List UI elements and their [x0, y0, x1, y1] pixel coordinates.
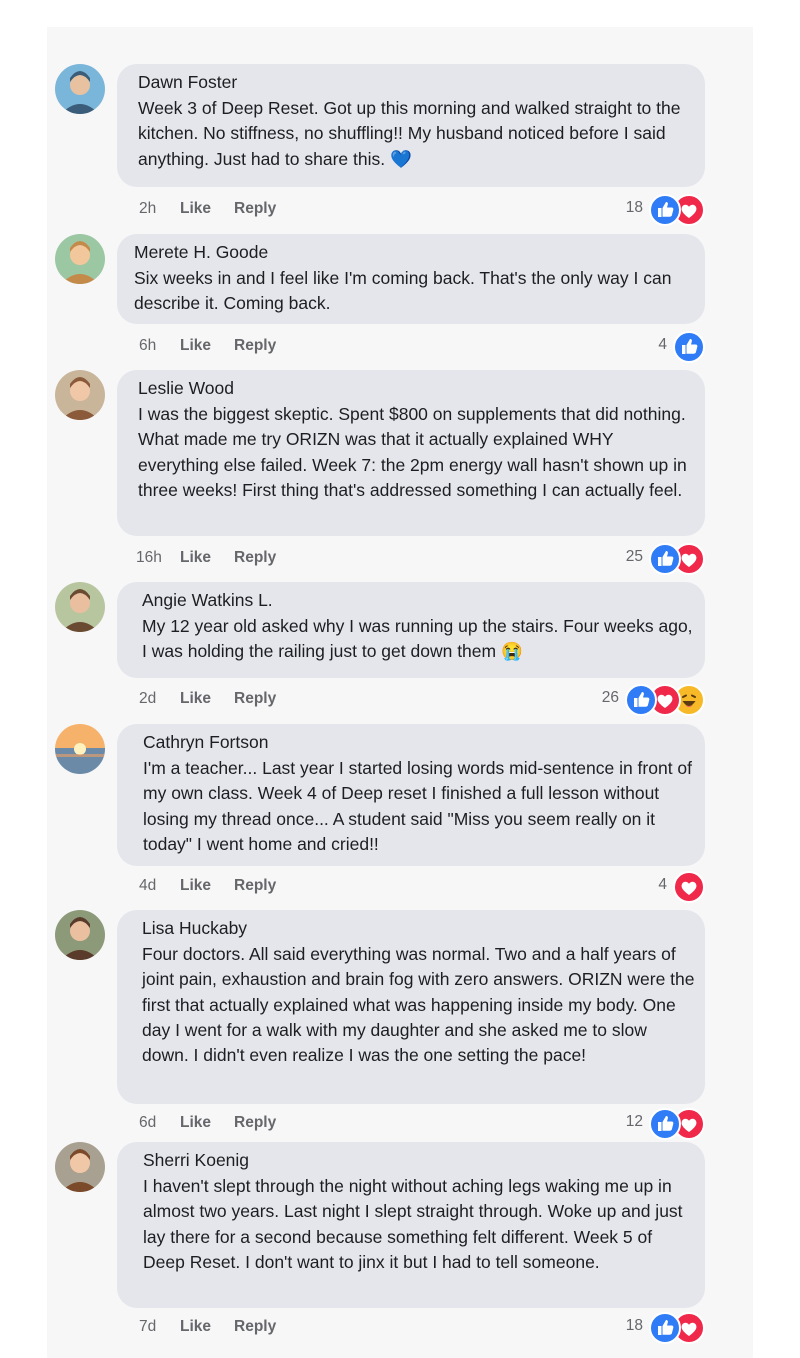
comment-text: Six weeks in and I feel like I'm coming …: [134, 268, 672, 314]
like-icon: [649, 543, 681, 575]
comment-bubble: Merete H. Goode Six weeks in and I feel …: [117, 234, 705, 324]
reaction-summary[interactable]: 26: [589, 684, 705, 716]
love-icon: [673, 871, 705, 903]
comment-text: I was the biggest skeptic. Spent $800 on…: [138, 404, 687, 500]
comment-author[interactable]: Cathryn Fortson: [143, 731, 697, 753]
comment-author[interactable]: Leslie Wood: [138, 377, 697, 399]
reply-button[interactable]: Reply: [234, 337, 276, 355]
reaction-summary[interactable]: 4: [637, 331, 705, 363]
like-button[interactable]: Like: [180, 690, 211, 708]
like-button[interactable]: Like: [180, 337, 211, 355]
comment-bubble: Sherri Koenig I haven't slept through th…: [117, 1142, 705, 1308]
like-button[interactable]: Like: [180, 200, 211, 218]
like-button[interactable]: Like: [180, 549, 211, 567]
reaction-count: 4: [658, 876, 667, 893]
reply-button[interactable]: Reply: [234, 200, 276, 218]
like-icon: [649, 194, 681, 226]
reaction-summary[interactable]: 18: [613, 1312, 705, 1344]
avatar[interactable]: [55, 910, 105, 960]
reaction-summary[interactable]: 25: [613, 543, 705, 575]
like-button[interactable]: Like: [180, 1318, 211, 1336]
comment-bubble: Lisa Huckaby Four doctors. All said ever…: [117, 910, 705, 1104]
comment-bubble: Angie Watkins L. My 12 year old asked wh…: [117, 582, 705, 678]
comment-author[interactable]: Lisa Huckaby: [142, 917, 697, 939]
reaction-count: 26: [601, 689, 619, 706]
reaction-summary[interactable]: 12: [613, 1108, 705, 1140]
reaction-count: 18: [625, 1317, 643, 1334]
comments-panel: Dawn Foster Week 3 of Deep Reset. Got up…: [47, 27, 753, 1358]
reaction-summary[interactable]: 4: [637, 871, 705, 903]
comment-bubble: Leslie Wood I was the biggest skeptic. S…: [117, 370, 705, 536]
comment-author[interactable]: Sherri Koenig: [143, 1149, 697, 1171]
reply-button[interactable]: Reply: [234, 1114, 276, 1132]
comment-actions: 4d Like Reply: [139, 877, 699, 899]
reply-button[interactable]: Reply: [234, 877, 276, 895]
reaction-count: 18: [625, 199, 643, 216]
comment-bubble: Cathryn Fortson I'm a teacher... Last ye…: [117, 724, 705, 866]
comment-timestamp[interactable]: 4d: [139, 877, 156, 895]
avatar[interactable]: [55, 1142, 105, 1192]
comment-timestamp[interactable]: 2h: [139, 200, 156, 218]
comment-text: I'm a teacher... Last year I started los…: [143, 758, 693, 854]
comment-timestamp[interactable]: 6h: [139, 337, 156, 355]
avatar[interactable]: [55, 234, 105, 284]
reply-button[interactable]: Reply: [234, 690, 276, 708]
comment-author[interactable]: Merete H. Goode: [134, 241, 697, 263]
comment-text: Four doctors. All said everything was no…: [142, 944, 695, 1066]
comment-timestamp[interactable]: 2d: [139, 690, 156, 708]
comment-text: My 12 year old asked why I was running u…: [142, 616, 693, 662]
comment-author[interactable]: Angie Watkins L.: [142, 589, 697, 611]
avatar[interactable]: [55, 64, 105, 114]
comment-text: Week 3 of Deep Reset. Got up this mornin…: [138, 98, 681, 169]
reply-button[interactable]: Reply: [234, 549, 276, 567]
like-icon: [625, 684, 657, 716]
comment-timestamp[interactable]: 6d: [139, 1114, 156, 1132]
comment-actions: 6h Like Reply: [139, 337, 699, 359]
avatar[interactable]: [55, 582, 105, 632]
like-icon: [649, 1312, 681, 1344]
comment-timestamp[interactable]: 7d: [139, 1318, 156, 1336]
reaction-count: 12: [625, 1113, 643, 1130]
like-icon: [673, 331, 705, 363]
reaction-summary[interactable]: 18: [613, 194, 705, 226]
comment-text: I haven't slept through the night withou…: [143, 1176, 683, 1272]
like-icon: [649, 1108, 681, 1140]
avatar[interactable]: [55, 724, 105, 774]
like-button[interactable]: Like: [180, 877, 211, 895]
comment-author[interactable]: Dawn Foster: [138, 71, 697, 93]
reply-button[interactable]: Reply: [234, 1318, 276, 1336]
comment-timestamp[interactable]: 16h: [136, 549, 162, 567]
reaction-count: 4: [658, 336, 667, 353]
avatar[interactable]: [55, 370, 105, 420]
like-button[interactable]: Like: [180, 1114, 211, 1132]
comment-bubble: Dawn Foster Week 3 of Deep Reset. Got up…: [117, 64, 705, 187]
reaction-count: 25: [625, 548, 643, 565]
